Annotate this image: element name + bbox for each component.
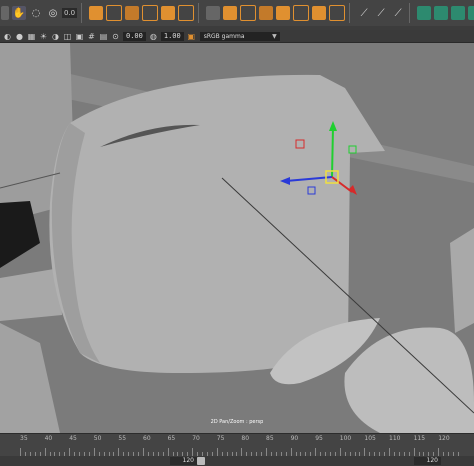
tick-mark — [93, 448, 95, 456]
ipr-render-icon[interactable] — [293, 5, 310, 21]
color-space-select[interactable]: sRGB gamma ▼ — [199, 31, 280, 41]
tick-mark — [241, 448, 243, 456]
tick-label: 40 — [44, 435, 53, 442]
tick-label: 80 — [241, 435, 250, 442]
tick-mark — [339, 448, 341, 456]
y-axis-handle[interactable] — [331, 126, 334, 178]
chevron-down-icon: ▼ — [272, 32, 277, 40]
exposure-field[interactable]: 0.00 — [123, 31, 146, 41]
scene-canvas — [0, 43, 474, 433]
lighting-icon[interactable]: ☀ — [39, 32, 48, 41]
tick-label: 120 — [438, 435, 450, 442]
exposure-icon[interactable]: ⊙ — [111, 32, 120, 41]
lower-pod — [344, 327, 474, 433]
snap-curve-icon[interactable] — [106, 5, 123, 21]
brush-icon[interactable]: ⟋ — [374, 6, 388, 20]
tick-label: 115 — [413, 435, 426, 442]
gamma-icon[interactable]: ◍ — [149, 32, 158, 41]
tick-mark — [389, 448, 390, 456]
range-end-field[interactable]: 120 — [414, 457, 441, 465]
output-ops-icon[interactable] — [240, 5, 257, 21]
tick-label: 75 — [216, 435, 225, 442]
tick-mark — [167, 448, 169, 456]
color-management-icon[interactable]: ▣ — [187, 32, 196, 41]
range-slider[interactable]: 120 120 — [0, 456, 474, 466]
sculpt-icon[interactable]: ⟋ — [391, 6, 405, 20]
tick-label: 60 — [143, 435, 151, 442]
tick-mark — [413, 448, 415, 456]
color-space-label: sRGB gamma — [203, 32, 245, 40]
grid-icon[interactable]: # — [87, 32, 96, 41]
hypershade-icon[interactable] — [329, 5, 346, 21]
time-slider[interactable]: 35 40 45 50 55 60 65 70 75 80 85 90 95 100 105 110 115 12… — [0, 433, 474, 456]
camera-hud-label: 2D Pan/Zoom : persp — [210, 419, 264, 425]
render-settings-icon[interactable] — [312, 6, 327, 20]
left-tube — [0, 268, 62, 321]
separator — [349, 3, 351, 23]
shading-icon[interactable]: ● — [15, 32, 24, 41]
tick-label: 90 — [290, 435, 299, 442]
shadows-icon[interactable]: ◑ — [51, 32, 60, 41]
layout-single-icon[interactable] — [417, 6, 432, 20]
layout-four-icon[interactable] — [434, 6, 449, 20]
wand-icon[interactable]: ⟋ — [357, 6, 371, 20]
layout-outliner-icon[interactable] — [468, 6, 474, 20]
render-frame-icon[interactable] — [276, 6, 291, 20]
tick-label: 100 — [339, 435, 352, 442]
tick-label: 50 — [93, 435, 102, 442]
tick-label: 105 — [364, 435, 376, 442]
tick-mark — [315, 448, 317, 456]
view-menu-icon[interactable]: ◐ — [3, 32, 12, 41]
perspective-viewport[interactable]: 2D Pan/Zoom : persp — [0, 43, 474, 433]
tick-mark — [216, 448, 218, 456]
tick-mark — [69, 448, 71, 456]
propeller-blade — [0, 323, 60, 433]
tick-mark — [118, 448, 120, 456]
tick-mark — [192, 448, 194, 456]
select-tool-icon[interactable]: ✋ — [12, 6, 26, 20]
snap-grid-icon[interactable] — [89, 6, 104, 20]
input-ops-icon[interactable] — [223, 6, 238, 20]
range-handle-icon[interactable] — [197, 457, 205, 465]
right-edge-object — [450, 228, 474, 333]
tick-label: 70 — [192, 435, 200, 442]
layout-persp-icon[interactable] — [451, 6, 466, 20]
isolate-icon[interactable]: ▣ — [75, 32, 84, 41]
tick-mark — [364, 448, 366, 456]
tick-mark — [44, 448, 46, 456]
paint-tool-icon[interactable]: ◎ — [46, 6, 60, 20]
tick-label: 35 — [20, 435, 28, 442]
tick-label: 85 — [266, 435, 274, 442]
tick-mark — [266, 448, 267, 456]
xray-icon[interactable]: ◫ — [63, 32, 72, 41]
tick-mark — [143, 448, 144, 456]
separator — [198, 3, 200, 23]
make-live-icon[interactable] — [178, 5, 195, 21]
gamma-field[interactable]: 1.00 — [160, 31, 184, 41]
tick-mark — [290, 448, 292, 456]
history-icon[interactable] — [206, 6, 221, 20]
tick-mark — [438, 448, 440, 456]
status-line-toolbar: ✋ ◌ ◎ 0.0 ⟋ ⟋ ⟋ — [0, 0, 474, 27]
menu-set-icon[interactable] — [1, 6, 9, 20]
construction-history-icon[interactable] — [259, 6, 274, 20]
tick-label: 95 — [315, 435, 323, 442]
numeric-input-field[interactable]: 0.0 — [62, 8, 78, 18]
tick-mark — [20, 448, 21, 456]
texture-icon[interactable]: ▦ — [27, 32, 36, 41]
separator — [81, 3, 83, 23]
tick-label: 55 — [118, 435, 127, 442]
snap-point-icon[interactable] — [125, 6, 140, 20]
panel-toolbar: ◐ ● ▦ ☀ ◑ ◫ ▣ # ▤ ⊙ 0.00 ◍ 1.00 ▣ sRGB g… — [0, 30, 474, 43]
snap-surface-icon[interactable] — [161, 6, 176, 20]
tick-label: 65 — [167, 435, 176, 442]
snap-view-plane-icon[interactable] — [142, 5, 159, 21]
lasso-tool-icon[interactable]: ◌ — [29, 6, 43, 20]
hud-icon[interactable]: ▤ — [99, 32, 108, 41]
tick-label: 45 — [69, 435, 77, 442]
separator — [409, 3, 411, 23]
range-start-field[interactable]: 120 — [170, 457, 197, 465]
tick-label: 110 — [389, 435, 401, 442]
